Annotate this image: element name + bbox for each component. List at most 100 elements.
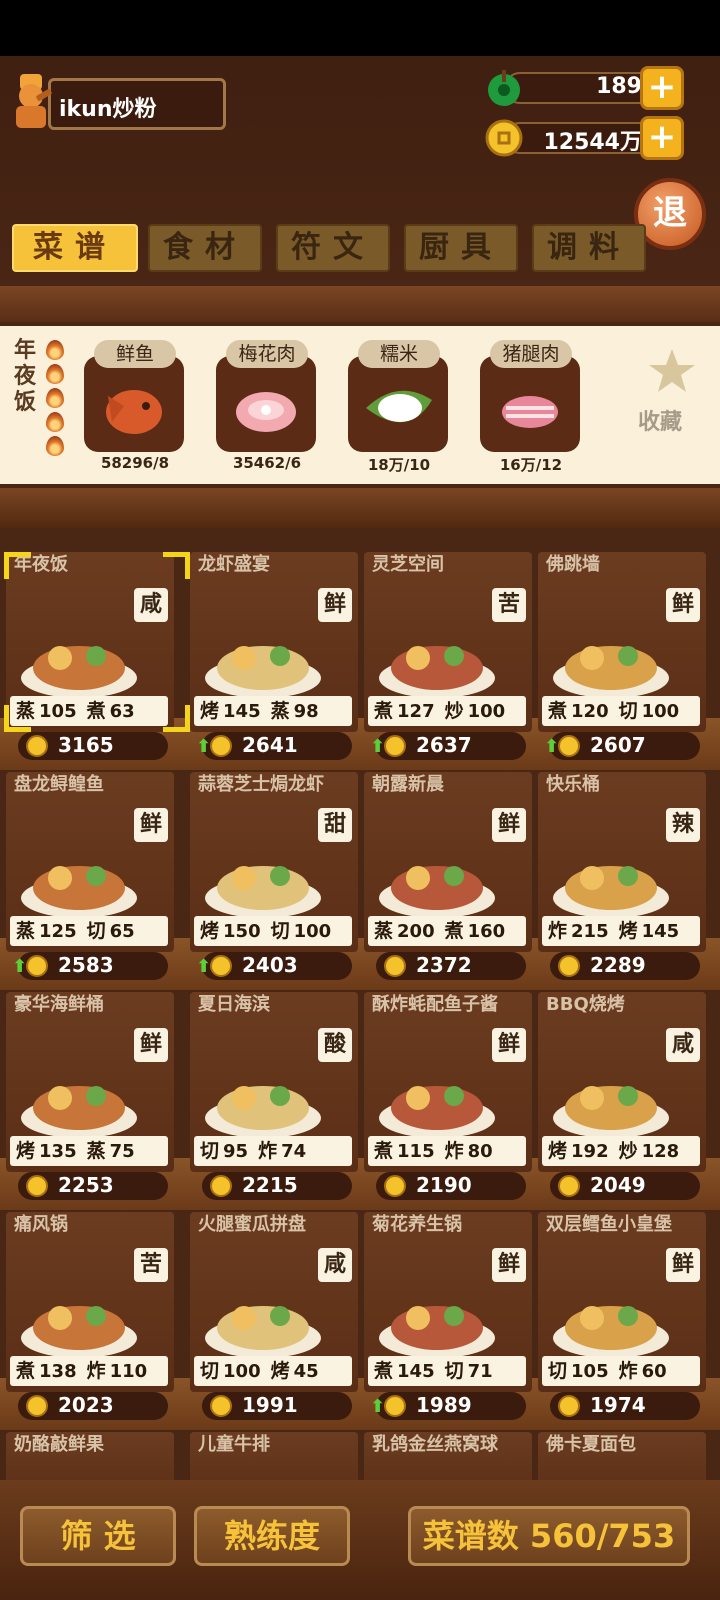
flavor-badge: 鲜 — [134, 1028, 168, 1062]
recipe-price: 2641 — [242, 733, 298, 757]
cook-value: 60 — [641, 1361, 667, 1382]
dish-icon — [379, 866, 495, 918]
add-coins-button[interactable]: + — [640, 116, 684, 160]
recipe-card[interactable]: 痛风锅苦煮 138 炸 110 — [6, 1212, 174, 1392]
flavor-badge: 咸 — [318, 1248, 352, 1282]
coin-icon — [558, 735, 580, 757]
cook-value: 145 — [641, 921, 680, 942]
price-up-icon: ⬆ — [196, 956, 212, 977]
cook-method: 切 — [444, 1360, 464, 1382]
dish-icon — [553, 646, 669, 698]
ingredient-pork-leg[interactable]: 猪腿肉 16万/12 — [476, 340, 586, 474]
recipe-grid: 3165 年夜饭咸蒸 105 煮 63 ⬆ 2641 龙虾盛宴鲜烤 145 蒸 98 ⬆ 2637 灵芝空… — [0, 540, 720, 1540]
recipe-card[interactable]: 菊花养生锅鲜煮 145 切 71 — [364, 1212, 532, 1392]
recipe-price: 2372 — [416, 953, 472, 977]
recipe-card[interactable]: 盘龙鲟鳇鱼鲜蒸 125 切 65 — [6, 772, 174, 952]
recipe-card[interactable]: 朝露新晨鲜蒸 200 煮 160 — [364, 772, 532, 952]
recipe-price: 2289 — [590, 953, 646, 977]
cook-value: 65 — [109, 921, 135, 942]
recipe-card[interactable]: 龙虾盛宴鲜烤 145 蒸 98 — [190, 552, 358, 732]
tab-recipes[interactable]: 菜谱 — [12, 224, 138, 272]
price-bar: 1974 — [550, 1392, 700, 1420]
favorite-label[interactable]: 收藏 — [638, 404, 682, 436]
recipe-name: 佛跳墙 — [546, 554, 600, 575]
cook-value: 145 — [397, 1361, 435, 1382]
cook-value: 100 — [467, 701, 506, 722]
recipe-card[interactable]: 蒜蓉芝士焗龙虾甜烤 150 切 100 — [190, 772, 358, 952]
tab-cookware[interactable]: 厨具 — [404, 224, 518, 272]
recipe-card[interactable]: 酥炸蚝配鱼子酱鲜煮 115 炸 80 — [364, 992, 532, 1172]
recipe-card[interactable]: 夏日海滨酸切 95 炸 74 — [190, 992, 358, 1172]
rice-icon — [366, 390, 432, 423]
shelf-divider — [0, 286, 720, 322]
ingredient-pork-shoulder[interactable]: 梅花肉 35462/6 — [212, 340, 322, 472]
app: ikun炒粉 189 + 12544万 + 退 菜谱 食材 符文 厨具 调料 年… — [0, 0, 720, 1600]
cook-method: 切 — [200, 1360, 220, 1382]
price-up-icon: ⬆ — [370, 1396, 386, 1417]
recipe-price: 1991 — [242, 1393, 298, 1417]
coin-icon — [26, 1395, 48, 1417]
price-bar: ⬆ 1989 — [370, 1392, 526, 1420]
tab-runes[interactable]: 符文 — [276, 224, 390, 272]
recipe-name: 痛风锅 — [14, 1214, 68, 1235]
recipe-card[interactable]: 快乐桶辣炸 215 烤 145 — [538, 772, 706, 952]
recipe-card[interactable]: 年夜饭咸蒸 105 煮 63 — [6, 552, 174, 732]
flavor-badge: 鲜 — [492, 808, 526, 842]
cook-value: 150 — [223, 921, 261, 942]
dish-icon — [379, 646, 495, 698]
flame-icons — [46, 340, 68, 460]
add-jade-button[interactable]: + — [640, 66, 684, 110]
flame-icon — [46, 340, 64, 360]
recipe-card[interactable]: 火腿蜜瓜拼盘咸切 100 烤 45 — [190, 1212, 358, 1392]
recipe-stats: 烤 135 蒸 75 — [10, 1136, 168, 1166]
status-bar — [0, 0, 720, 56]
flavor-badge: 辣 — [666, 808, 700, 842]
cook-method: 蒸 — [270, 700, 290, 722]
cook-method: 炸 — [618, 1360, 638, 1382]
tab-ingredients[interactable]: 食材 — [148, 224, 262, 272]
recipe-name: 佛卡夏面包 — [546, 1434, 636, 1455]
recipe-stats: 炸 215 烤 145 — [542, 916, 700, 946]
cook-value: 120 — [571, 701, 609, 722]
cook-method: 煮 — [374, 1360, 394, 1382]
recipe-card[interactable]: 双层鳕鱼小皇堡鲜切 105 炸 60 — [538, 1212, 706, 1392]
recipe-price: 2253 — [58, 1173, 114, 1197]
cook-value: 200 — [397, 921, 435, 942]
recipe-card[interactable]: 佛跳墙鲜煮 120 切 100 — [538, 552, 706, 732]
recipe-name: 儿童牛排 — [198, 1434, 270, 1455]
ingredient-glutinous-rice[interactable]: 糯米 18万/10 — [344, 340, 454, 474]
flame-icon — [46, 388, 64, 408]
price-bar: 3165 — [18, 732, 168, 760]
price-up-icon: ⬆ — [12, 956, 28, 977]
ingredient-name: 猪腿肉 — [490, 340, 572, 368]
price-bar: ⬆ 2641 — [196, 732, 352, 760]
recipe-price: 2215 — [242, 1173, 298, 1197]
recipe-stats: 煮 127 炒 100 — [368, 696, 526, 726]
cook-method: 煮 — [374, 1140, 394, 1162]
star-icon[interactable] — [646, 346, 698, 398]
recipe-name: 朝露新晨 — [372, 774, 444, 795]
dish-icon — [21, 1306, 137, 1358]
cook-method: 炸 — [258, 1140, 278, 1162]
recipe-stats: 蒸 200 煮 160 — [368, 916, 526, 946]
recipe-stats: 烤 192 炒 128 — [542, 1136, 700, 1166]
flavor-badge: 鲜 — [134, 808, 168, 842]
tab-seasoning[interactable]: 调料 — [532, 224, 646, 272]
filter-button[interactable]: 筛 选 — [20, 1506, 176, 1566]
recipe-card[interactable]: 灵芝空间苦煮 127 炒 100 — [364, 552, 532, 732]
player-name-box[interactable]: ikun炒粉 — [48, 78, 226, 130]
cook-value: 95 — [223, 1141, 249, 1162]
recipe-card[interactable]: BBQ烧烤咸烤 192 炒 128 — [538, 992, 706, 1172]
dish-icon — [205, 1306, 321, 1358]
price-bar: ⬆ 2607 — [544, 732, 700, 760]
flame-icon — [46, 412, 64, 432]
dish-icon — [553, 1306, 669, 1358]
cook-method: 煮 — [444, 920, 464, 942]
chef-avatar-icon[interactable] — [6, 70, 58, 132]
mastery-button[interactable]: 熟练度 — [194, 1506, 350, 1566]
cook-value: 110 — [109, 1361, 148, 1382]
recipe-name: 盘龙鲟鳇鱼 — [14, 774, 104, 795]
ingredient-fish[interactable]: 鲜鱼 58296/8 — [80, 340, 190, 472]
price-bar: 2253 — [18, 1172, 168, 1200]
recipe-card[interactable]: 豪华海鲜桶鲜烤 135 蒸 75 — [6, 992, 174, 1172]
